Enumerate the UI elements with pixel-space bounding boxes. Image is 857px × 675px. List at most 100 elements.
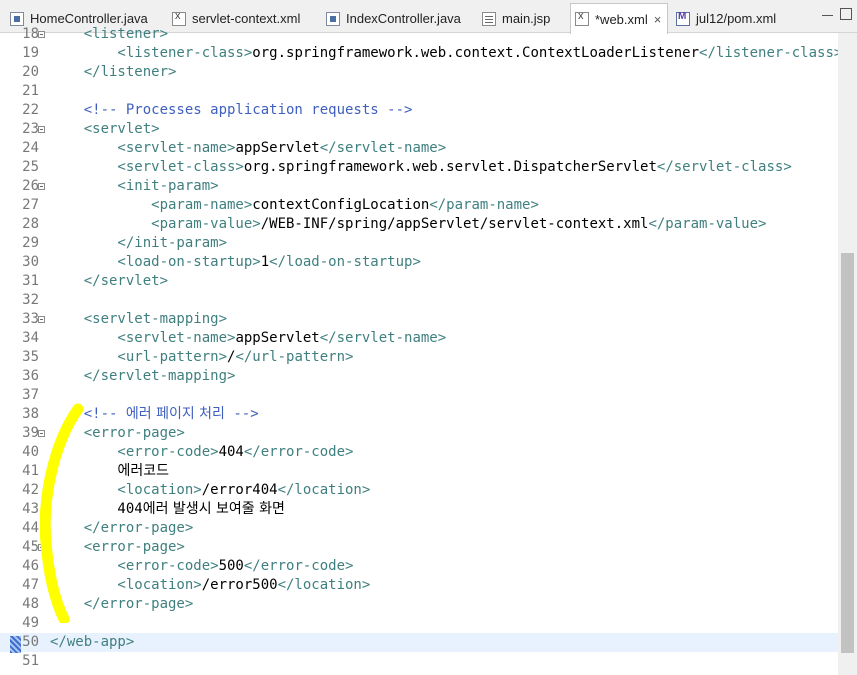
line-number: 49	[22, 615, 39, 631]
jsp-file-icon	[482, 11, 496, 26]
code-token: </servlet>	[50, 273, 169, 289]
code-token: <load-on-startup>	[50, 254, 261, 270]
code-token: <servlet-mapping>	[50, 311, 228, 327]
line-number: 33	[22, 311, 39, 327]
code-text: <listener>	[50, 25, 168, 44]
code-token: </listener-class>	[699, 45, 843, 61]
code-line[interactable]: 21	[0, 82, 838, 101]
line-number: 48	[22, 596, 39, 612]
code-token: </location>	[277, 482, 371, 498]
code-line[interactable]: 33 <servlet-mapping>	[0, 310, 838, 329]
code-token: -->	[224, 406, 259, 422]
code-line[interactable]: 38 <!-- 에러 페이지 처리 -->	[0, 405, 838, 424]
code-line[interactable]: 46 <error-code>500</error-code>	[0, 557, 838, 576]
code-token: <servlet-name>	[50, 140, 236, 156]
code-line[interactable]: 36 </servlet-mapping>	[0, 367, 838, 386]
code-line[interactable]: 35 <url-pattern>/</url-pattern>	[0, 348, 838, 367]
code-line[interactable]: 22 <!-- Processes application requests -…	[0, 101, 838, 120]
code-line[interactable]: 26 <init-param>	[0, 177, 838, 196]
code-token: </init-param>	[50, 235, 228, 251]
code-token: org.springframework.web.servlet.Dispatch…	[243, 159, 657, 175]
code-line[interactable]: 19 <listener-class>org.springframework.w…	[0, 44, 842, 63]
code-text: <!-- Processes application requests -->	[50, 101, 413, 120]
java-file-icon	[10, 11, 24, 26]
code-token: </location>	[277, 577, 371, 593]
code-token: </servlet-class>	[656, 159, 792, 175]
code-line[interactable]: 48 </error-page>	[0, 595, 838, 614]
vertical-scrollbar[interactable]	[838, 33, 857, 675]
code-line[interactable]: 40 <error-code>404</error-code>	[0, 443, 838, 462]
line-number: 44	[22, 520, 39, 536]
line-number: 31	[22, 273, 39, 289]
line-number: 41	[22, 463, 39, 479]
code-line[interactable]: 44 </error-page>	[0, 519, 838, 538]
code-line[interactable]: 37	[0, 386, 838, 405]
code-line[interactable]: 42 <location>/error404</location>	[0, 481, 838, 500]
line-number: 43	[22, 501, 39, 517]
code-token: <listener-class>	[50, 45, 253, 61]
code-text: <param-value>/WEB-INF/spring/appServlet/…	[50, 215, 766, 234]
code-token: <param-value>	[50, 216, 261, 232]
code-line[interactable]: 23 <servlet>	[0, 120, 838, 139]
fold-collapse-icon[interactable]	[38, 31, 45, 38]
fold-collapse-icon[interactable]	[38, 183, 45, 190]
code-text: <error-code>404</error-code>	[50, 443, 353, 462]
code-line[interactable]: 45 <error-page>	[0, 538, 838, 557]
code-line[interactable]: 30 <load-on-startup>1</load-on-startup>	[0, 253, 838, 272]
code-line[interactable]: 24 <servlet-name>appServlet</servlet-nam…	[0, 139, 838, 158]
code-text: <listener-class>org.springframework.web.…	[50, 44, 842, 63]
current-line-marker	[10, 636, 21, 653]
maximize-icon[interactable]	[840, 8, 852, 20]
line-number: 37	[22, 387, 39, 403]
line-number: 22	[22, 102, 39, 118]
code-line[interactable]: 47 <location>/error500</location>	[0, 576, 838, 595]
scrollbar-thumb[interactable]	[841, 253, 854, 653]
code-token: 에러 발생시 보여줄 화면	[142, 501, 285, 517]
code-token: <servlet-class>	[50, 159, 244, 175]
code-line[interactable]: 50 </web-app>	[0, 633, 838, 652]
code-token: org.springframework.web.context.ContextL…	[252, 45, 700, 61]
code-text: <init-param>	[50, 177, 218, 196]
code-line[interactable]: 32	[0, 291, 838, 310]
code-line[interactable]: 18 <listener>	[0, 25, 838, 44]
code-token: <!-- Processes application requests -->	[50, 102, 413, 118]
code-line[interactable]: 28 <param-value>/WEB-INF/spring/appServl…	[0, 215, 838, 234]
line-number: 23	[22, 121, 39, 137]
code-text: <param-name>contextConfigLocation</param…	[50, 196, 539, 215]
code-line[interactable]: 49	[0, 614, 838, 633]
code-token: <servlet-name>	[50, 330, 236, 346]
minimize-icon[interactable]	[822, 8, 834, 20]
line-number: 20	[22, 64, 39, 80]
code-token: </listener>	[50, 64, 177, 80]
code-line[interactable]: 29 </init-param>	[0, 234, 838, 253]
code-text: </init-param>	[50, 234, 227, 253]
line-number: 27	[22, 197, 39, 213]
code-text: </servlet-mapping>	[50, 367, 236, 386]
line-number: 42	[22, 482, 39, 498]
code-line[interactable]: 39 <error-page>	[0, 424, 838, 443]
xml-file-icon	[172, 10, 186, 26]
pom-file-icon	[676, 11, 690, 26]
code-line[interactable]: 34 <servlet-name>appServlet</servlet-nam…	[0, 329, 838, 348]
line-number: 39	[22, 425, 39, 441]
code-line[interactable]: 51	[0, 652, 838, 671]
code-token: appServlet	[235, 140, 320, 156]
code-text: <location>/error404</location>	[50, 481, 370, 500]
code-token: <url-pattern>	[50, 349, 228, 365]
code-line[interactable]: 43 404에러 발생시 보여줄 화면	[0, 500, 838, 519]
code-token: </error-code>	[243, 558, 354, 574]
yellow-highlight-annotation	[40, 403, 84, 623]
code-line[interactable]: 27 <param-name>contextConfigLocation</pa…	[0, 196, 838, 215]
code-line[interactable]: 31 </servlet>	[0, 272, 838, 291]
code-line[interactable]: 20 </listener>	[0, 63, 838, 82]
fold-collapse-icon[interactable]	[38, 126, 45, 133]
code-line[interactable]: 25 <servlet-class>org.springframework.we…	[0, 158, 838, 177]
code-token: 1	[260, 254, 270, 270]
line-number: 21	[22, 83, 39, 99]
line-number: 18	[22, 26, 39, 42]
line-number: 45	[22, 539, 39, 555]
code-line[interactable]: 41 에러코드	[0, 462, 838, 481]
code-token: /WEB-INF/spring/appServlet/servlet-conte…	[260, 216, 649, 232]
code-text: <servlet>	[50, 120, 160, 139]
fold-collapse-icon[interactable]	[38, 316, 45, 323]
